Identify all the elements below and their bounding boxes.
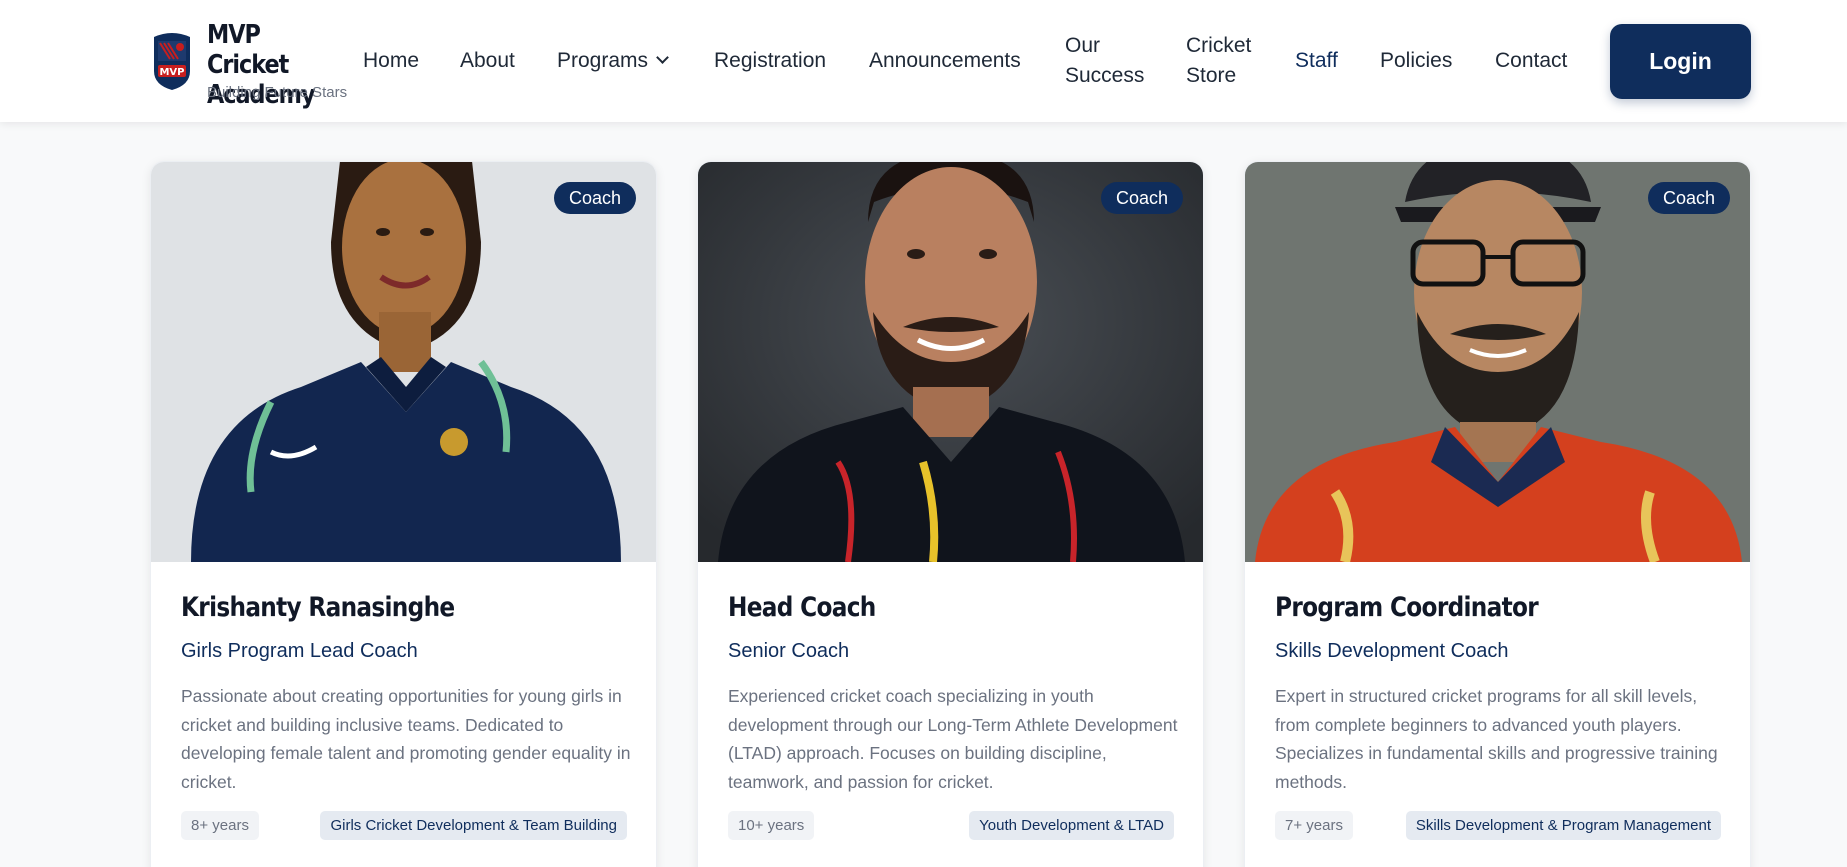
nav-staff[interactable]: Staff	[1295, 46, 1338, 76]
staff-card: Coach Krishanty Ranasinghe Girls Program…	[150, 161, 657, 867]
role-badge: Coach	[1100, 182, 1183, 214]
nav-home[interactable]: Home	[363, 46, 419, 76]
nav-registration[interactable]: Registration	[714, 46, 826, 76]
site-header: MVP MVP Cricket Academy Building Future …	[0, 0, 1847, 122]
staff-card: Coach Program Coordinator Skills Develop…	[1244, 161, 1751, 867]
experience-tag: 8+ years	[181, 811, 259, 840]
staff-description: Expert in structured cricket programs fo…	[1275, 686, 1718, 792]
specialty-tag: Youth Development & LTAD	[969, 811, 1174, 840]
role-badge: Coach	[1647, 182, 1730, 214]
staff-title: Senior Coach	[728, 640, 850, 662]
staff-photo	[1245, 162, 1750, 562]
staff-name: Head Coach	[728, 592, 876, 623]
staff-description: Experienced cricket coach specializing i…	[728, 686, 1178, 792]
staff-card: Coach Head Coach Senior Coach Experience…	[697, 161, 1204, 867]
specialty-tag: Girls Cricket Development & Team Buildin…	[320, 811, 627, 840]
login-button[interactable]: Login	[1610, 24, 1751, 99]
nav-programs-label: Programs	[557, 49, 649, 72]
nav-about[interactable]: About	[460, 46, 515, 76]
specialty-tag: Skills Development & Program Management	[1405, 811, 1721, 840]
nav-programs[interactable]: Programs	[557, 46, 669, 76]
experience-tag: 10+ years	[728, 811, 815, 840]
staff-description: Passionate about creating opportunities …	[181, 686, 631, 792]
logo-text: MVP	[159, 67, 184, 78]
nav-announcements[interactable]: Announcements	[869, 46, 1021, 76]
chevron-down-icon	[656, 51, 669, 64]
staff-name: Program Coordinator	[1275, 592, 1539, 623]
staff-title: Girls Program Lead Coach	[181, 640, 418, 662]
staff-name: Krishanty Ranasinghe	[181, 592, 455, 623]
academy-logo[interactable]: MVP	[150, 31, 194, 91]
role-badge: Coach	[553, 182, 636, 214]
experience-tag: 7+ years	[1275, 811, 1353, 840]
staff-photo	[698, 162, 1203, 562]
brand-tagline: Building Future Stars	[207, 84, 348, 101]
staff-photo	[151, 162, 656, 562]
nav-policies[interactable]: Policies	[1380, 46, 1452, 76]
nav-cricket-store[interactable]: Cricket Store	[1186, 31, 1264, 91]
nav-contact[interactable]: Contact	[1495, 46, 1567, 76]
nav-our-success[interactable]: Our Success	[1065, 31, 1155, 91]
staff-title: Skills Development Coach	[1275, 640, 1509, 662]
